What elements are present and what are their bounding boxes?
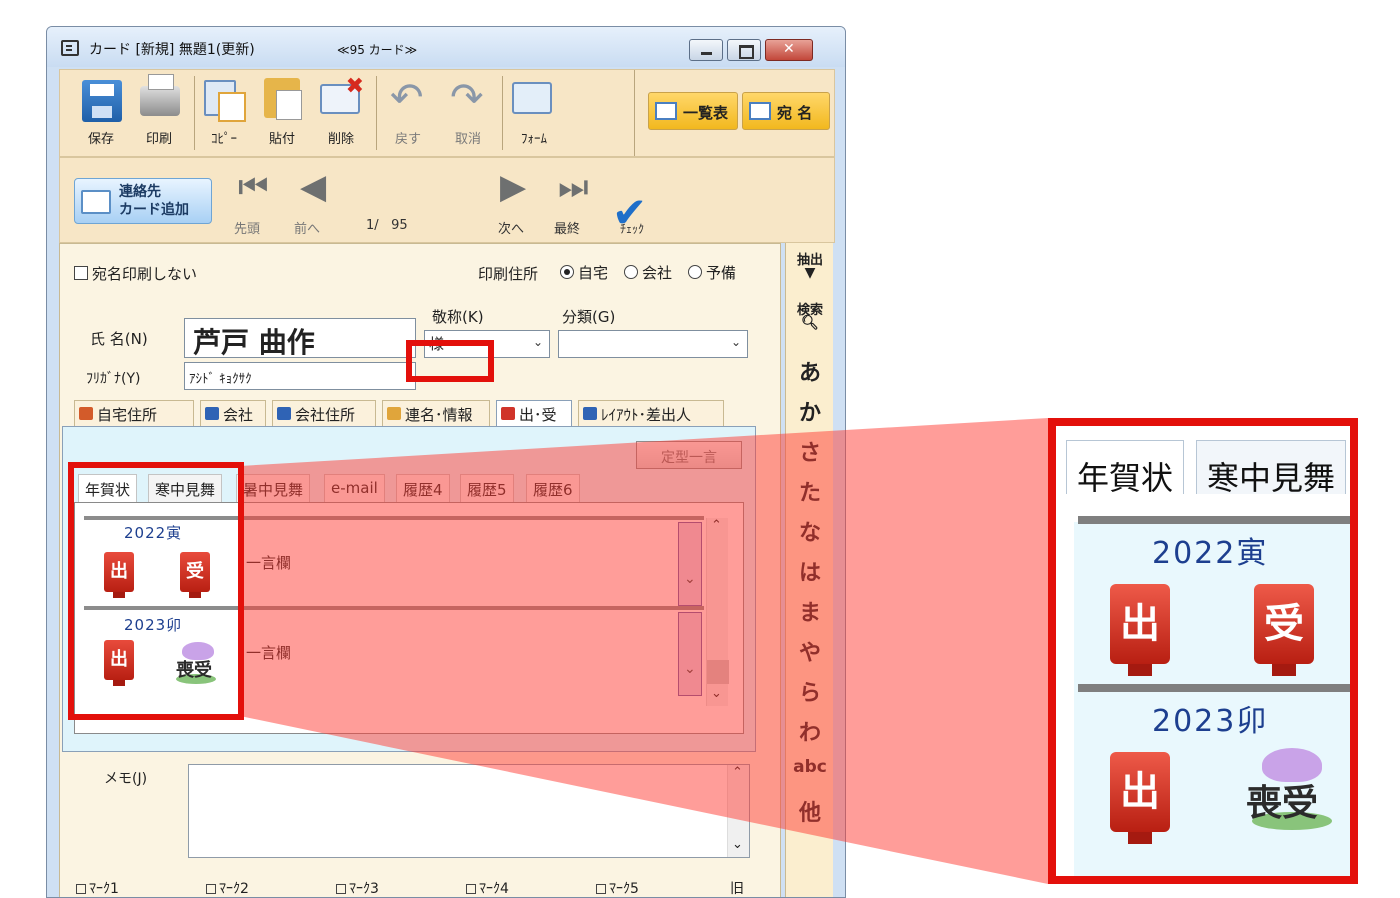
zoom-divider	[1078, 684, 1350, 692]
zoom-source-box	[68, 462, 244, 720]
zoom-sent-stamp-icon: 出	[1110, 752, 1170, 844]
zoom-callout: 年賀状 寒中見舞 2022寅 出 受 2023卯 出 喪受	[1048, 418, 1358, 884]
zoom-tab-kanchu: 寒中見舞	[1196, 440, 1347, 497]
zoom-tab-nengajo: 年賀状	[1066, 440, 1185, 497]
zoom-mourning-received-icon: 喪受	[1246, 783, 1319, 824]
zoom-record-year: 2022寅	[1152, 536, 1269, 571]
zoom-divider	[1078, 516, 1350, 524]
zoom-record-year: 2023卯	[1152, 704, 1269, 739]
zoom-received-stamp-icon: 受	[1254, 584, 1314, 676]
zoom-sent-stamp-icon: 出	[1110, 584, 1170, 676]
